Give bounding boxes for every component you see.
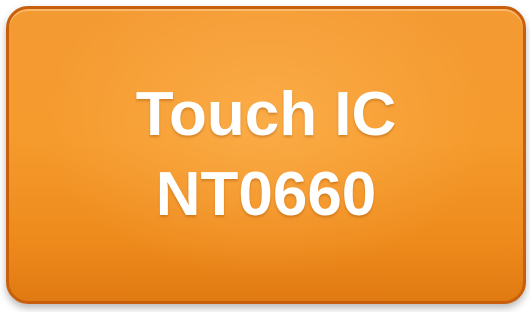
touch-ic-box: Touch IC NT0660	[6, 6, 526, 304]
box-label-line-1: Touch IC	[135, 80, 397, 149]
box-label-line-2: NT0660	[155, 160, 377, 229]
canvas: Touch IC NT0660	[0, 0, 530, 312]
